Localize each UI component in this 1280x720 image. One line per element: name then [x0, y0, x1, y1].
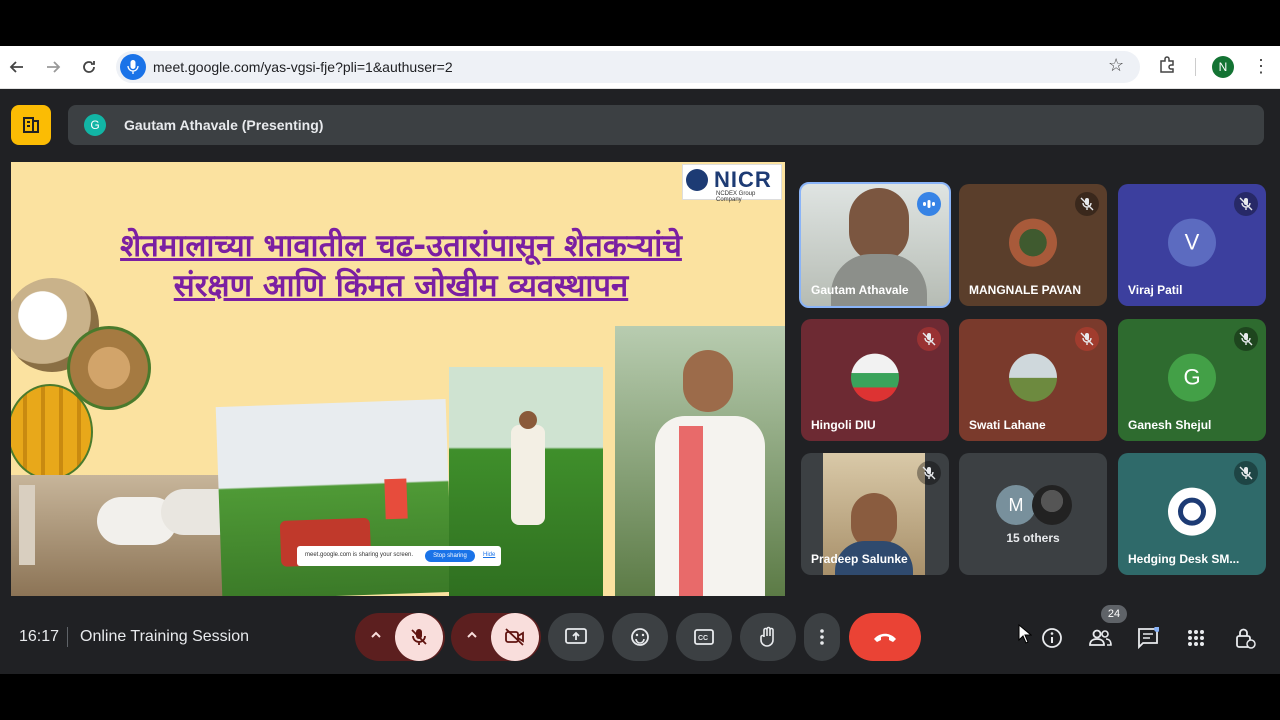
corn-photo: [11, 384, 93, 480]
letterbox-bottom: [0, 674, 1280, 720]
stop-sharing-button[interactable]: Stop sharing: [425, 550, 475, 562]
browser-toolbar: meet.google.com/yas-vgsi-fje?pli=1&authu…: [0, 46, 1280, 89]
present-icon[interactable]: [548, 613, 604, 661]
hide-link[interactable]: Hide: [483, 552, 495, 558]
footer-separator: [67, 627, 68, 647]
presenting-label: Gautam Athavale (Presenting): [124, 117, 324, 133]
share-popup-text: meet.google.com is sharing your screen.: [305, 552, 414, 558]
hedging-desk-logo: [1168, 487, 1216, 536]
people-count-badge: 24: [1101, 605, 1127, 623]
participant-tile[interactable]: Hedging Desk SM...: [1118, 453, 1266, 575]
participant-tile[interactable]: G Ganesh Shejul: [1118, 319, 1266, 441]
screen-share-popup: meet.google.com is sharing your screen. …: [297, 546, 501, 566]
participant-name: Hedging Desk SM...: [1128, 552, 1240, 566]
participant-name: Swati Lahane: [969, 418, 1046, 432]
svg-text:CC: CC: [698, 635, 708, 642]
people-icon[interactable]: [1087, 625, 1113, 651]
participant-tile[interactable]: Swati Lahane: [959, 319, 1107, 441]
mic-off-icon: [1234, 461, 1258, 485]
captions-icon[interactable]: CC: [676, 613, 732, 661]
camera-off-icon[interactable]: [491, 613, 539, 661]
presenter-avatar: G: [84, 114, 106, 136]
mic-off-icon: [917, 461, 941, 485]
address-bar[interactable]: meet.google.com/yas-vgsi-fje?pli=1&authu…: [116, 51, 1140, 83]
toolbar-separator: [1195, 58, 1196, 76]
participant-name: MANGNALE PAVAN: [969, 283, 1081, 297]
companion-mode-button[interactable]: [11, 105, 51, 145]
url-text[interactable]: meet.google.com/yas-vgsi-fje?pli=1&authu…: [153, 59, 453, 75]
participant-avatar: [1009, 218, 1057, 267]
nicr-logo-mark: [686, 169, 708, 191]
presenting-banner: G Gautam Athavale (Presenting): [68, 105, 1264, 145]
participant-avatar: [1009, 353, 1057, 402]
others-count-label: 15 others: [1006, 531, 1060, 545]
info-icon[interactable]: [1039, 625, 1065, 651]
meet-stage: G Gautam Athavale (Presenting) NICR NCDE…: [0, 89, 1280, 674]
mic-off-icon[interactable]: [395, 613, 443, 661]
raise-hand-icon[interactable]: [740, 613, 796, 661]
host-controls-icon[interactable]: [1232, 625, 1258, 651]
end-call-icon[interactable]: [849, 613, 921, 661]
forward-icon[interactable]: [42, 56, 64, 78]
star-icon[interactable]: ☆: [1108, 55, 1124, 76]
audio-options-chevron-icon[interactable]: [369, 628, 383, 647]
participant-tile[interactable]: MANGNALE PAVAN: [959, 184, 1107, 306]
participant-tile[interactable]: Gautam Athavale: [799, 182, 951, 308]
others-avatar: M: [996, 485, 1036, 525]
mic-off-icon: [1234, 192, 1258, 216]
nicr-logo-text: NICR: [714, 167, 772, 192]
participant-name: Pradeep Salunke: [811, 552, 908, 566]
participant-name: Viraj Patil: [1128, 283, 1183, 297]
mic-off-icon: [1075, 327, 1099, 351]
tractor-photo: [215, 399, 453, 596]
participant-tile[interactable]: Hingoli DIU: [801, 319, 949, 441]
back-icon[interactable]: [6, 56, 28, 78]
farmer-phone-photo: [615, 326, 785, 596]
participant-tile[interactable]: V Viraj Patil: [1118, 184, 1266, 306]
participant-avatar: V: [1168, 218, 1216, 267]
others-avatar-photo: [1032, 485, 1072, 525]
slide-title: शेतमालाच्या भावातील चढ-उतारांपासून शेतकऱ…: [31, 226, 771, 306]
mic-off-icon: [1075, 192, 1099, 216]
slide-title-line1: शेतमालाच्या भावातील चढ-उतारांपासून शेतकऱ…: [120, 228, 682, 264]
mic-icon[interactable]: [120, 54, 146, 80]
participant-avatar: [851, 353, 899, 402]
chat-icon[interactable]: [1135, 625, 1161, 651]
nicr-logo: NICR NCDEX Group Company: [682, 164, 782, 203]
more-options-icon[interactable]: [804, 613, 840, 661]
presentation-slide[interactable]: NICR NCDEX Group Company शेतमालाच्या भाव…: [11, 162, 785, 596]
reload-icon[interactable]: [78, 56, 100, 78]
participant-avatar: G: [1168, 353, 1216, 402]
meeting-clock: 16:17: [19, 628, 60, 645]
extensions-icon[interactable]: [1158, 56, 1176, 79]
mouse-cursor-icon: [1012, 621, 1038, 647]
speaking-indicator-icon: [917, 192, 941, 216]
activities-icon[interactable]: [1183, 625, 1209, 651]
others-tile[interactable]: M 15 others: [959, 453, 1107, 575]
meeting-title: Online Training Session: [80, 628, 249, 645]
slide-title-line2: संरक्षण आणि किंमत जोखीम व्यवस्थापन: [173, 268, 629, 304]
participant-name: Ganesh Shejul: [1128, 418, 1212, 432]
letterbox-top: [0, 0, 1280, 46]
nicr-logo-subtext: NCDEX Group Company: [716, 191, 756, 203]
participant-tile[interactable]: Pradeep Salunke: [801, 453, 949, 575]
profile-avatar[interactable]: N: [1212, 56, 1234, 78]
participant-name: Gautam Athavale: [811, 283, 909, 297]
mic-off-icon: [917, 327, 941, 351]
video-options-chevron-icon[interactable]: [465, 628, 479, 647]
mic-off-icon: [1234, 327, 1258, 351]
participant-name: Hingoli DIU: [811, 418, 876, 432]
kebab-icon[interactable]: ⋮: [1252, 56, 1270, 77]
emoji-icon[interactable]: [612, 613, 668, 661]
